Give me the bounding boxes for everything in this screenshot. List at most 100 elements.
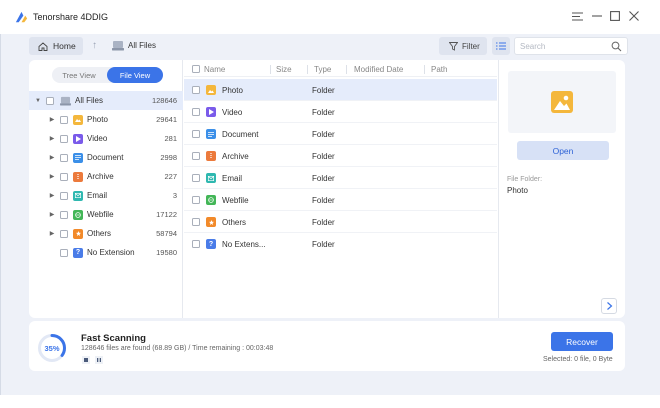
column-name[interactable]: Name	[204, 65, 225, 74]
file-row[interactable]: Webfile Folder	[184, 189, 497, 211]
column-divider[interactable]	[307, 65, 308, 74]
checkbox[interactable]	[192, 108, 200, 116]
tree-item-count: 3	[172, 191, 177, 200]
tree-item-archive[interactable]: ▶ Archive 227	[29, 167, 183, 186]
select-all-checkbox[interactable]	[192, 65, 200, 73]
checkbox[interactable]	[60, 172, 68, 181]
checkbox[interactable]	[60, 248, 68, 257]
breadcrumb[interactable]: All Files	[128, 41, 156, 50]
file-row[interactable]: Archive Folder	[184, 145, 497, 167]
file-row[interactable]: Others Folder	[184, 211, 497, 233]
others-icon	[206, 217, 216, 227]
file-name: Webfile	[222, 196, 249, 205]
checkbox[interactable]	[192, 196, 200, 204]
tree-item-email[interactable]: ▶ Email 3	[29, 186, 183, 205]
photo-icon	[73, 114, 83, 125]
checkbox[interactable]	[60, 229, 68, 238]
tree-item-video[interactable]: ▶ Video 281	[29, 129, 183, 148]
checkbox[interactable]	[60, 153, 68, 162]
file-row[interactable]: Document Folder	[184, 123, 497, 145]
app-logo-icon	[15, 11, 28, 23]
search-box[interactable]	[514, 37, 628, 55]
filter-button[interactable]: Filter	[439, 37, 487, 55]
up-arrow-icon[interactable]: ↑	[92, 40, 102, 52]
column-divider[interactable]	[270, 65, 271, 74]
list-icon	[496, 42, 506, 50]
column-divider[interactable]	[346, 65, 347, 74]
tree-item-webfile[interactable]: ▶ Webfile 17122	[29, 205, 183, 224]
file-view-tab[interactable]: File View	[107, 67, 163, 83]
tree-item-photo[interactable]: ▶ Photo 29641	[29, 110, 183, 129]
chevron-right-icon[interactable]: ▶	[49, 135, 55, 142]
maximize-icon[interactable]	[608, 9, 622, 23]
checkbox[interactable]	[60, 191, 68, 200]
preview-thumbnail	[508, 71, 616, 133]
checkbox[interactable]	[60, 115, 68, 124]
drive-icon	[112, 41, 124, 51]
archive-icon	[73, 171, 83, 182]
checkbox[interactable]	[60, 134, 68, 143]
checkbox[interactable]	[192, 130, 200, 138]
file-row[interactable]: Video Folder	[184, 101, 497, 123]
file-name: Photo	[222, 86, 243, 95]
file-name: Others	[222, 218, 247, 227]
minimize-icon[interactable]	[590, 9, 604, 23]
file-type: Folder	[312, 240, 335, 249]
open-button[interactable]: Open	[517, 141, 609, 160]
column-path[interactable]: Path	[431, 65, 447, 74]
checkbox[interactable]	[192, 86, 200, 94]
pause-button[interactable]	[95, 356, 103, 364]
file-row[interactable]: Email Folder	[184, 167, 497, 189]
checkbox[interactable]	[46, 96, 54, 105]
tree-item-document[interactable]: ▶ Document 2998	[29, 148, 183, 167]
column-modified-date[interactable]: Modified Date	[354, 65, 403, 74]
checkbox[interactable]	[192, 174, 200, 182]
tree-item-no-extension[interactable]: ? No Extension 19580	[29, 243, 183, 262]
file-name: Archive	[222, 152, 249, 161]
chevron-right-icon[interactable]: ▶	[49, 116, 55, 123]
file-type: Folder	[312, 196, 335, 205]
chevron-down-icon[interactable]: ▼	[35, 98, 41, 104]
file-row[interactable]: ? No Extens... Folder	[184, 233, 497, 255]
recover-button[interactable]: Recover	[551, 332, 613, 351]
checkbox[interactable]	[192, 218, 200, 226]
file-row[interactable]: Photo Folder	[184, 79, 497, 101]
stop-button[interactable]	[82, 356, 90, 364]
tree-item-all-files[interactable]: ▼ All Files 128646	[29, 91, 183, 110]
photo-icon	[206, 85, 216, 95]
home-button[interactable]: Home	[29, 37, 83, 55]
column-type[interactable]: Type	[314, 65, 331, 74]
chevron-right-icon	[606, 302, 612, 310]
others-icon	[73, 228, 83, 239]
tree-item-label: No Extension	[87, 248, 135, 257]
column-divider[interactable]	[424, 65, 425, 74]
next-button[interactable]	[601, 298, 617, 314]
home-label: Home	[53, 41, 76, 51]
menu-icon[interactable]	[570, 9, 584, 23]
search-icon[interactable]	[611, 41, 622, 52]
stop-icon	[84, 358, 88, 362]
checkbox[interactable]	[192, 152, 200, 160]
checkbox[interactable]	[60, 210, 68, 219]
chevron-right-icon[interactable]: ▶	[49, 154, 55, 161]
document-icon	[73, 152, 83, 163]
file-type: Folder	[312, 152, 335, 161]
chevron-right-icon[interactable]: ▶	[49, 211, 55, 218]
progress-percent: 35%	[44, 344, 60, 353]
file-name: Document	[222, 130, 259, 139]
tree-view-tab[interactable]: Tree View	[52, 67, 106, 83]
file-folder-label: File Folder:	[507, 176, 543, 183]
tree-item-count: 29641	[156, 115, 177, 124]
close-icon[interactable]	[627, 9, 641, 23]
column-size[interactable]: Size	[276, 65, 292, 74]
tree-item-label: Photo	[87, 115, 108, 124]
chevron-right-icon[interactable]: ▶	[49, 192, 55, 199]
scan-status-title: Fast Scanning	[81, 333, 146, 344]
chevron-right-icon[interactable]: ▶	[49, 173, 55, 180]
checkbox[interactable]	[192, 240, 200, 248]
tree-item-others[interactable]: ▶ Others 58794	[29, 224, 183, 243]
search-input[interactable]	[520, 40, 610, 52]
list-view-button[interactable]	[492, 37, 510, 55]
archive-icon	[206, 151, 216, 161]
chevron-right-icon[interactable]: ▶	[49, 230, 55, 237]
